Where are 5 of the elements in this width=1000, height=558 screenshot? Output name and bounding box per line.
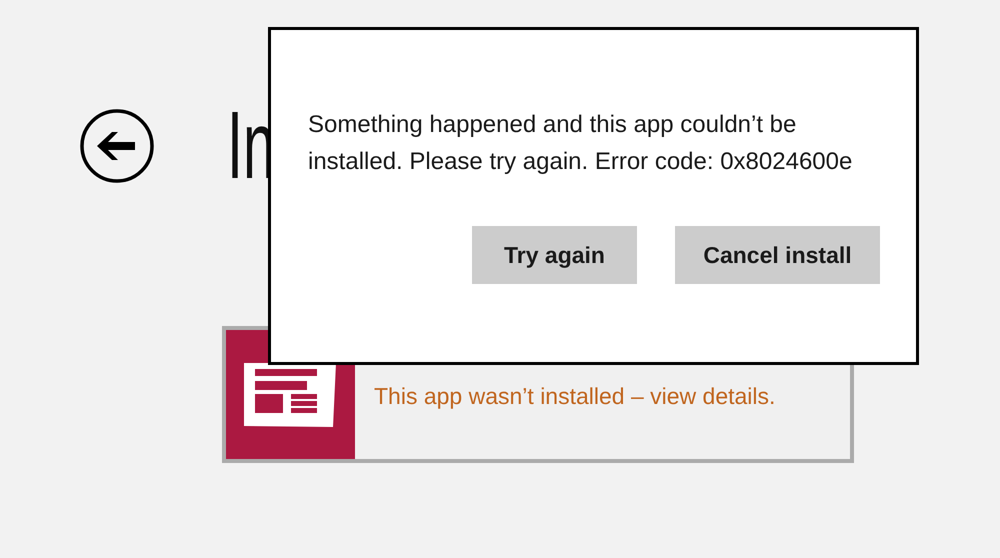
install-error-message: This app wasn’t installed – view details. bbox=[373, 382, 776, 411]
dialog-message: Something happened and this app couldn’t be installed. Please try again. Error code: 0x8024600e bbox=[308, 110, 854, 177]
cancel-install-button[interactable]: Cancel install bbox=[675, 226, 880, 284]
try-again-button[interactable]: Try again bbox=[472, 226, 637, 284]
back-icon[interactable] bbox=[79, 108, 155, 184]
